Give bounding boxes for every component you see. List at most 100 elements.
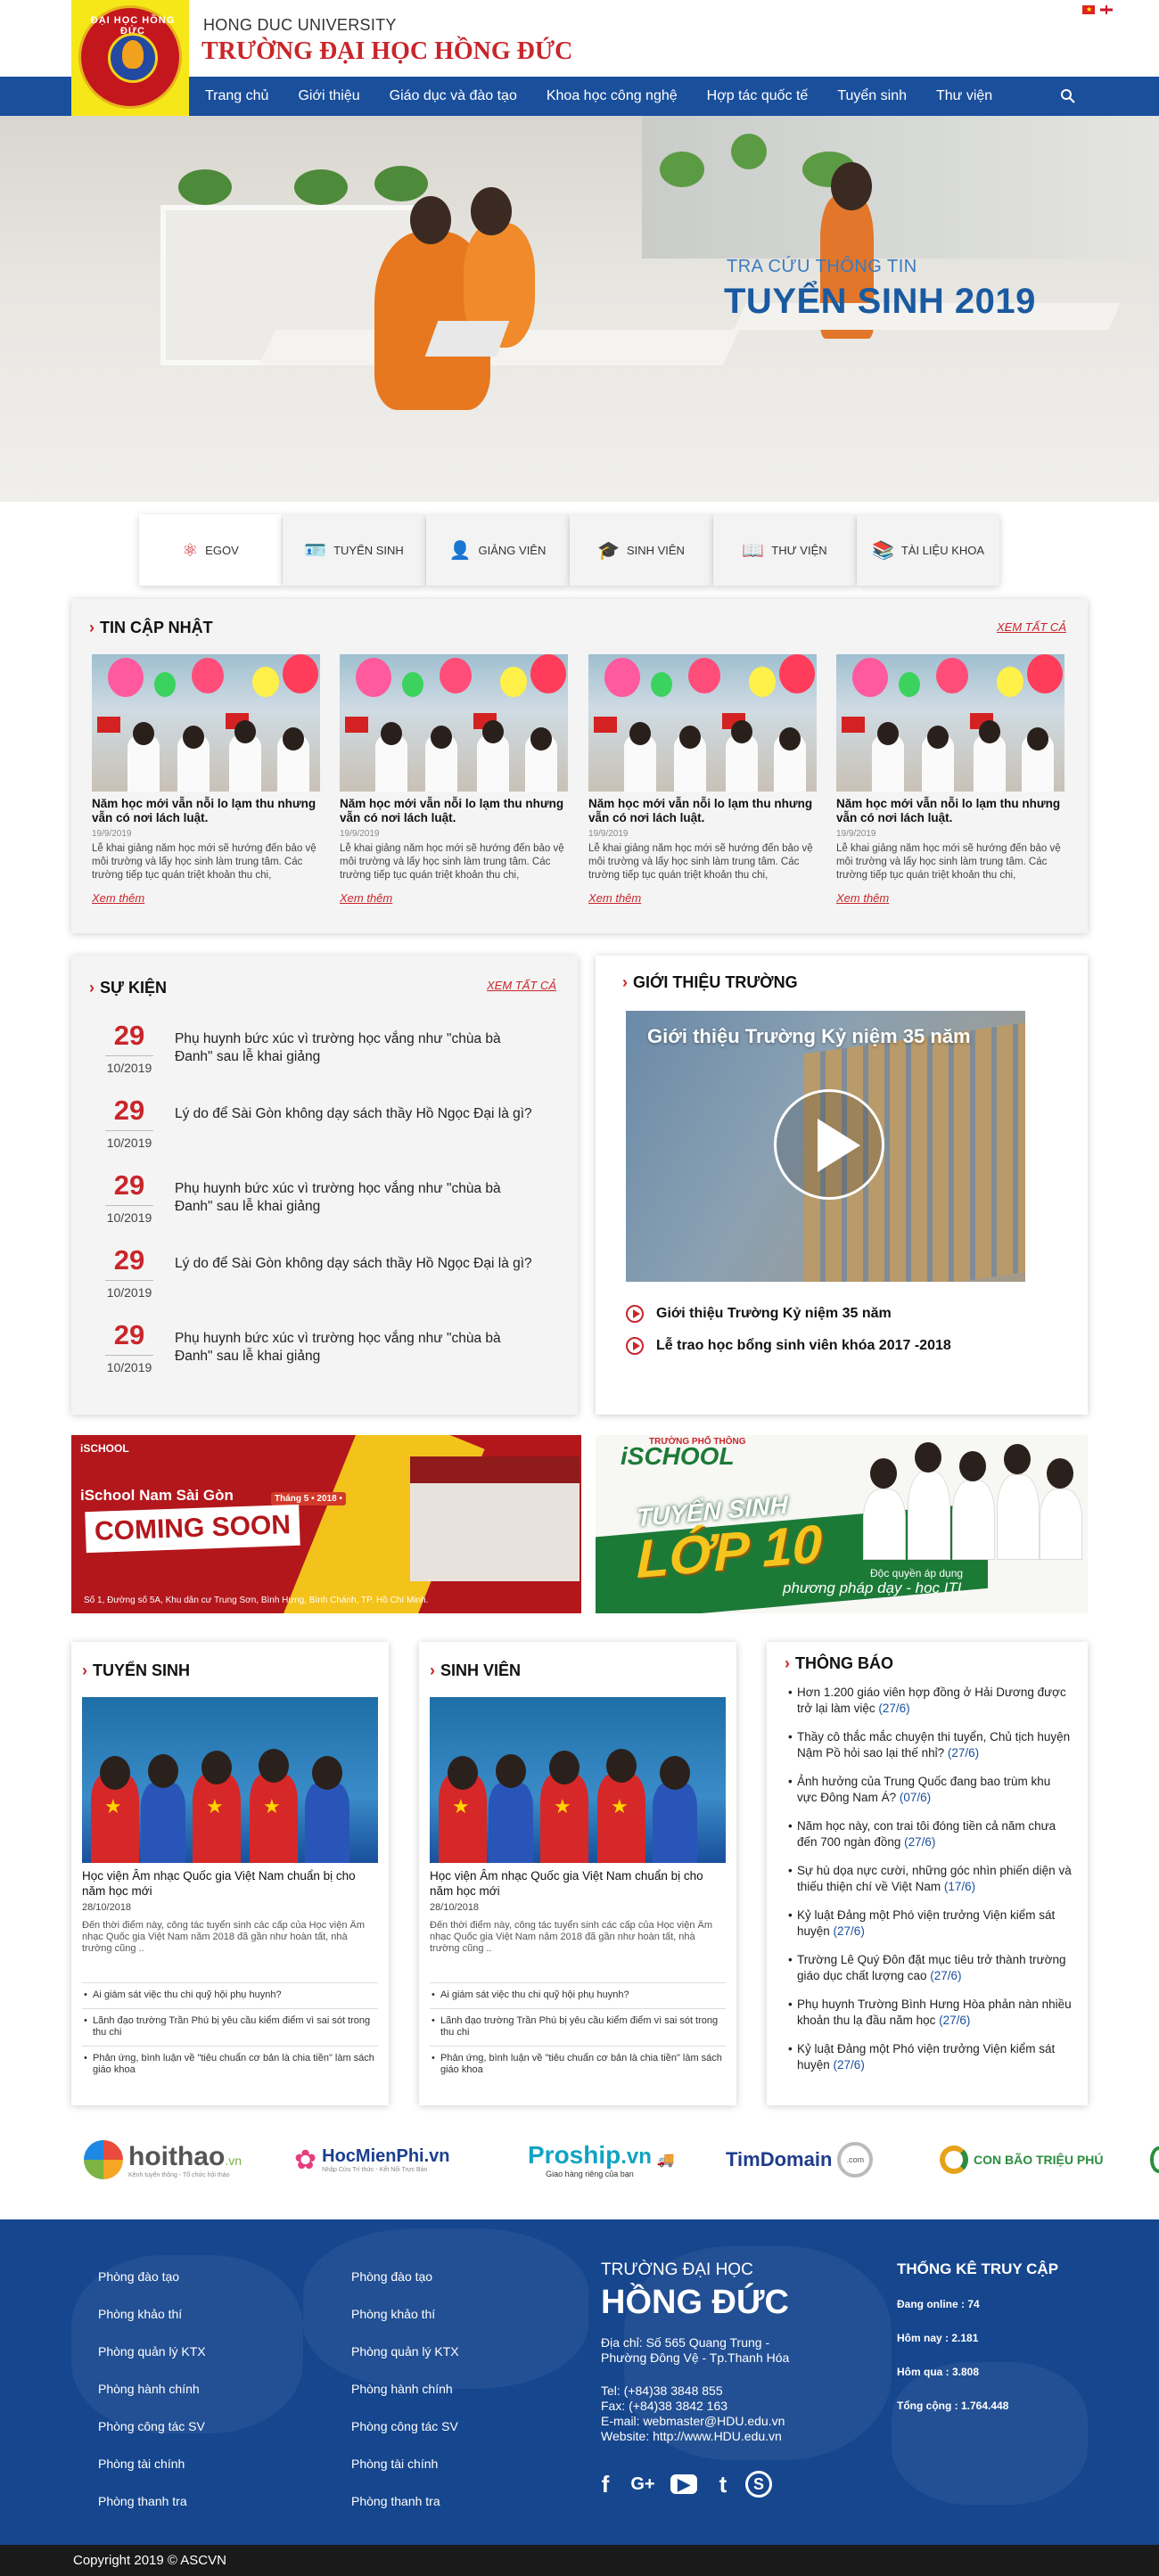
twitter-icon[interactable]: t (710, 2471, 736, 2498)
list-item[interactable]: Ai giám sát việc thu chi quỹ hội phụ huy… (82, 1982, 378, 2008)
news-title[interactable]: Năm học mới vẫn nỗi lo lạm thu nhưng vẫn… (588, 797, 817, 825)
partner-hocmienphi[interactable]: ✿ HocMienPhi.vn Nhập Cửu Trí thức - Kết N… (294, 2136, 450, 2184)
notice-item[interactable]: Trường Lê Quý Đôn đặt mục tiêu trở thành… (788, 1952, 1072, 1984)
event-title[interactable]: Phụ huynh bức xúc vì trường học vắng như… (175, 1180, 540, 1216)
list-item[interactable]: Phản ứng, bình luận về "tiêu chuẩn cơ bả… (82, 2046, 378, 2083)
footer-link[interactable]: Phòng hành chính (351, 2382, 453, 2396)
section-title-text: TUYỂN SINH (93, 1661, 191, 1679)
notice-item[interactable]: Kỷ luật Đảng một Phó viện trưởng Viện ki… (788, 1907, 1072, 1940)
vietnam-flag-icon[interactable]: ★ (1082, 5, 1095, 14)
quick-link-documents[interactable]: 📚 TÀI LIỆU KHOA (857, 514, 999, 586)
read-more-link[interactable]: Xem thêm (340, 891, 568, 905)
news-title[interactable]: Năm học mới vẫn nỗi lo lạm thu nhưng vẫn… (340, 797, 568, 825)
event-item[interactable]: 29 10/2019 Phụ huynh bức xúc vì trường học… (98, 1319, 562, 1383)
footer-website[interactable]: Website: http://www.HDU.edu.vn (601, 2429, 782, 2444)
nav-education[interactable]: Giáo dục và đào tạo (390, 88, 517, 104)
news-title[interactable]: Năm học mới vẫn nỗi lo lạm thu nhưng vẫn… (92, 797, 320, 825)
notice-item[interactable]: Sự hù dọa nực cười, những góc nhìn phiến… (788, 1863, 1072, 1895)
video-link-label: Lễ trao học bổng sinh viên khóa 2017 -20… (656, 1338, 951, 1353)
students-image[interactable] (430, 1697, 726, 1863)
news-card[interactable]: Năm học mới vẫn nỗi lo lạm thu nhưng vẫn… (836, 654, 1064, 905)
magnifier-icon: .com (837, 2142, 874, 2178)
event-title[interactable]: Phụ huynh bức xúc vì trường học vắng như… (175, 1330, 540, 1366)
notice-item[interactable]: Kỷ luật Đảng một Phó viện trưởng Viện ki… (788, 2041, 1072, 2073)
footer-link[interactable]: Phòng quản lý KTX (98, 2344, 206, 2359)
id-card-icon: 🪪 (304, 540, 327, 561)
notice-item[interactable]: Hơn 1.200 giáo viên hợp đồng ở Hải Dương… (788, 1685, 1072, 1717)
quick-link-admissions[interactable]: 🪪 TUYỂN SINH (283, 514, 425, 586)
google-plus-icon[interactable]: G+ (629, 2471, 656, 2498)
partner-conbaotrieuphu[interactable]: CON BÃO TRIỆU PHÚ (940, 2136, 1103, 2184)
footer-link[interactable]: Phòng công tác SV (98, 2419, 205, 2433)
notice-item[interactable]: Năm học này, con trai tôi đóng tiền cả n… (788, 1818, 1072, 1850)
footer-link[interactable]: Phòng tài chính (351, 2457, 438, 2471)
footer-link[interactable]: Phòng quản lý KTX (351, 2344, 459, 2359)
notice-text: Thầy cô thắc mắc chuyện thi tuyển, Chủ t… (797, 1730, 1071, 1760)
nav-science[interactable]: Khoa học công nghệ (547, 88, 678, 104)
quick-link-students[interactable]: 🎓 SINH VIÊN (570, 514, 712, 586)
footer-link[interactable]: Phòng tài chính (98, 2457, 185, 2471)
footer-link[interactable]: Phòng đào tạo (98, 2269, 179, 2284)
ischool-coming-soon-banner[interactable]: iSCHOOL iSchool Nam Sài Gòn Tháng 5 • 20… (71, 1435, 581, 1613)
event-item[interactable]: 29 10/2019 Lý do để Sài Gòn không dạy sách… (98, 1095, 562, 1159)
event-title[interactable]: Lý do để Sài Gòn không dạy sách thầy Hồ … (175, 1255, 540, 1273)
news-card[interactable]: Năm học mới vẫn nỗi lo lạm thu nhưng vẫn… (340, 654, 568, 905)
partner-hoithao[interactable]: hoithao.vn Kênh tuyển thông - Tổ chức hội… (84, 2136, 242, 2184)
nav-international[interactable]: Hợp tác quốc tế (707, 88, 809, 104)
facebook-icon[interactable]: f (592, 2471, 619, 2498)
news-card[interactable]: Năm học mới vẫn nỗi lo lạm thu nhưng vẫn… (588, 654, 817, 905)
play-icon[interactable] (774, 1089, 884, 1200)
view-all-news-link[interactable]: XEM TẤT CẢ (997, 620, 1066, 634)
quick-link-library[interactable]: 📖 THƯ VIỆN (713, 514, 856, 586)
notice-item[interactable]: Ảnh hưởng của Trung Quốc đang bao trùm k… (788, 1774, 1072, 1806)
news-title[interactable]: Năm học mới vẫn nỗi lo lạm thu nhưng vẫn… (836, 797, 1064, 825)
quick-link-egov[interactable]: ⚛ EGOV (139, 514, 282, 586)
list-item[interactable]: Ai giám sát việc thu chi quỹ hội phụ huy… (430, 1982, 726, 2008)
list-item[interactable]: Lãnh đạo trường Trần Phú bị yêu cầu kiểm… (430, 2008, 726, 2046)
article-title[interactable]: Học viện Âm nhạc Quốc gia Việt Nam chuẩn… (82, 1868, 378, 1899)
article-title[interactable]: Học viện Âm nhạc Quốc gia Việt Nam chuẩn… (430, 1868, 726, 1899)
notice-item[interactable]: Thầy cô thắc mắc chuyện thi tuyển, Chủ t… (788, 1729, 1072, 1761)
footer-link[interactable]: Phòng thanh tra (98, 2494, 187, 2508)
read-more-link[interactable]: Xem thêm (92, 891, 320, 905)
university-logo[interactable]: ĐẠI HỌC HỒNG ĐỨC (71, 0, 189, 116)
ischool-admissions-banner[interactable]: TRƯỜNG PHỔ THÔNG iSCHOOL TUYỂN SINH LỚP … (596, 1435, 1088, 1613)
video-link[interactable]: Giới thiệu Trường Kỷ niệm 35 năm (626, 1305, 892, 1323)
event-item[interactable]: 29 10/2019 Lý do để Sài Gòn không dạy sách… (98, 1244, 562, 1309)
event-item[interactable]: 29 10/2019 Phụ huynh bức xúc vì trường học… (98, 1169, 562, 1234)
nav-admissions[interactable]: Tuyển sinh (837, 88, 907, 104)
footer-link[interactable]: Phòng thanh tra (351, 2494, 440, 2508)
uk-flag-icon[interactable] (1100, 5, 1113, 14)
nav-library[interactable]: Thư viện (936, 88, 992, 104)
footer-link[interactable]: Phòng đào tạo (351, 2269, 432, 2284)
news-date: 19/9/2019 (836, 829, 876, 839)
quick-link-lecturers[interactable]: 👤 GIẢNG VIÊN (426, 514, 569, 586)
list-item[interactable]: Lãnh đạo trường Trần Phú bị yêu cầu kiểm… (82, 2008, 378, 2046)
admissions-image[interactable] (82, 1697, 378, 1863)
read-more-link[interactable]: Xem thêm (836, 891, 1064, 905)
news-card[interactable]: Năm học mới vẫn nỗi lo lạm thu nhưng vẫn… (92, 654, 320, 905)
partner-suffix: .vn (423, 2146, 450, 2166)
nav-about[interactable]: Giới thiệu (298, 88, 359, 104)
footer-link[interactable]: Phòng khảo thí (98, 2307, 182, 2321)
intro-video[interactable]: Giới thiệu Trường Kỷ niệm 35 năm (626, 1011, 1025, 1282)
notice-item[interactable]: Phụ huynh Trường Bình Hưng Hòa phản nàn … (788, 1997, 1072, 2029)
footer-link[interactable]: Phòng công tác SV (351, 2419, 458, 2433)
event-item[interactable]: 29 10/2019 Phụ huynh bức xúc vì trường học… (98, 1020, 562, 1084)
footer-email[interactable]: E-mail: webmaster@HDU.edu.vn (601, 2414, 785, 2429)
partner-proship[interactable]: Proship.vn Giao hàng riêng của bạn 🚚 (528, 2136, 675, 2184)
footer-link[interactable]: Phòng hành chính (98, 2382, 200, 2396)
search-icon[interactable] (1059, 87, 1077, 105)
youtube-icon[interactable]: ▶ (670, 2474, 697, 2494)
skype-icon[interactable]: S (745, 2471, 772, 2498)
event-title[interactable]: Lý do để Sài Gòn không dạy sách thầy Hồ … (175, 1105, 540, 1123)
list-item[interactable]: Phản ứng, bình luận về "tiêu chuẩn cơ bả… (430, 2046, 726, 2083)
view-all-events-link[interactable]: XEM TẤT CẢ (487, 979, 556, 992)
read-more-link[interactable]: Xem thêm (588, 891, 817, 905)
nav-home[interactable]: Trang chủ (205, 88, 268, 104)
partner-timdomain[interactable]: TimDomain .com (726, 2136, 874, 2184)
footer-link[interactable]: Phòng khảo thí (351, 2307, 435, 2321)
video-link[interactable]: Lễ trao học bổng sinh viên khóa 2017 -20… (626, 1337, 951, 1355)
hero-title[interactable]: TUYỂN SINH 2019 (724, 282, 1036, 322)
event-title[interactable]: Phụ huynh bức xúc vì trường học vắng như… (175, 1030, 540, 1066)
